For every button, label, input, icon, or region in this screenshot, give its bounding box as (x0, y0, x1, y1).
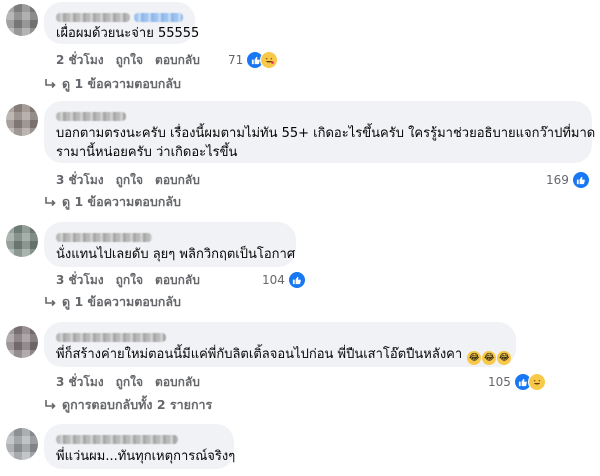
reaction-count: 169 (546, 173, 569, 187)
like-button[interactable]: ถูกใจ (116, 172, 143, 188)
rolling-laugh-emoji-icon: 😂 (497, 351, 512, 365)
timestamp[interactable]: 3 ชั่วโมง (56, 374, 104, 390)
comment-bubble: พี่แว่นผม...ทันทุกเหตุการณ์จริงๆ (44, 424, 236, 469)
reaction-summary[interactable]: 71 (228, 51, 279, 69)
reply-button[interactable]: ตอบกลับ (155, 52, 200, 68)
author-name[interactable] (56, 110, 580, 122)
avatar[interactable] (6, 4, 38, 36)
like-button[interactable]: ถูกใจ (116, 52, 143, 68)
comment-text: เผื่อผมด้วยนะจ่าย 55555 (56, 26, 200, 41)
reply-button[interactable]: ตอบกลับ (155, 272, 200, 288)
timestamp[interactable]: 3 ชั่วโมง (56, 272, 104, 288)
view-replies-label: ดู 1 ข้อความตอบกลับ (62, 194, 181, 209)
rolling-laugh-emoji-icon: 😂 (482, 351, 497, 365)
like-button[interactable]: ถูกใจ (116, 374, 143, 390)
view-replies-label: ดู 1 ข้อความตอบกลับ (62, 76, 181, 91)
avatar[interactable] (6, 104, 38, 136)
like-button[interactable]: ถูกใจ (116, 272, 143, 288)
comment-text-line-1: บอกตามตรงนะครับ เรื่องนี้ผมตามไม่ทัน 55+… (56, 126, 596, 141)
reply-arrow-icon (45, 197, 56, 207)
comment-bubble: นั่งแทนไปเลยดับ ลุยๆ พลิกวิกฤตเป็นโอกาศ (44, 222, 296, 267)
view-replies-label: ดูการตอบกลับทั้ง 2 รายการ (62, 397, 213, 412)
reply-arrow-icon (45, 79, 56, 89)
rolling-laugh-emoji-icon: 😂 (467, 351, 482, 365)
haha-icon (260, 51, 279, 69)
comment-bubble: พี่ก็สร้างค่ายใหม่ตอนนี้มีแค่พี่กับลิตเต… (44, 322, 516, 367)
avatar[interactable] (6, 428, 38, 460)
reaction-count: 105 (488, 375, 511, 389)
avatar[interactable] (6, 225, 38, 257)
comment-text: นั่งแทนไปเลยดับ ลุยๆ พลิกวิกฤตเป็นโอกาศ (56, 247, 296, 262)
reaction-count: 104 (262, 273, 285, 287)
comment-actions: 3 ชั่วโมง ถูกใจ ตอบกลับ (56, 374, 200, 390)
avatar[interactable] (6, 326, 38, 358)
view-replies-link[interactable]: ดู 1 ข้อความตอบกลับ (44, 293, 181, 311)
comment-text-body: พี่ก็สร้างค่ายใหม่ตอนนี้มีแค่พี่กับลิตเต… (56, 347, 463, 362)
view-replies-label: ดู 1 ข้อความตอบกลับ (62, 294, 181, 309)
author-name[interactable] (56, 331, 504, 343)
reply-arrow-icon (45, 297, 56, 307)
reply-button[interactable]: ตอบกลับ (155, 172, 200, 188)
author-name[interactable] (56, 231, 284, 243)
reaction-count: 71 (228, 53, 244, 67)
timestamp[interactable]: 2 ชั่วโมง (56, 52, 104, 68)
reply-arrow-icon (45, 400, 56, 410)
timestamp[interactable]: 3 ชั่วโมง (56, 172, 104, 188)
author-name[interactable] (56, 433, 222, 445)
view-replies-link[interactable]: ดูการตอบกลับทั้ง 2 รายการ (44, 396, 212, 414)
view-replies-link[interactable]: ดู 1 ข้อความตอบกลับ (44, 75, 181, 93)
comment-actions: 3 ชั่วโมง ถูกใจ ตอบกลับ (56, 272, 200, 288)
haha-icon (527, 373, 546, 391)
reaction-summary[interactable]: 104 (262, 271, 306, 289)
comment-actions: 2 ชั่วโมง ถูกใจ ตอบกลับ (56, 52, 200, 68)
comment-bubble: เผื่อผมด้วยนะจ่าย 55555 (44, 2, 200, 44)
comment-bubble: บอกตามตรงนะครับ เรื่องนี้ผมตามไม่ทัน 55+… (44, 101, 596, 163)
reaction-summary[interactable]: 169 (546, 171, 590, 189)
reaction-summary[interactable]: 105 (488, 373, 546, 391)
reply-button[interactable]: ตอบกลับ (155, 374, 200, 390)
comment-text-line-2: รามานี้หน่อยครับ ว่าเกิดอะไรขึ้น (56, 145, 238, 160)
like-icon (287, 271, 306, 289)
like-icon (571, 171, 590, 189)
comment-actions: 3 ชั่วโมง ถูกใจ ตอบกลับ (56, 172, 200, 188)
view-replies-link[interactable]: ดู 1 ข้อความตอบกลับ (44, 193, 181, 211)
author-name[interactable] (56, 11, 183, 23)
comment-text: พี่แว่นผม...ทันทุกเหตุการณ์จริงๆ (56, 449, 236, 464)
comment-text: พี่ก็สร้างค่ายใหม่ตอนนี้มีแค่พี่กับลิตเต… (56, 345, 512, 365)
